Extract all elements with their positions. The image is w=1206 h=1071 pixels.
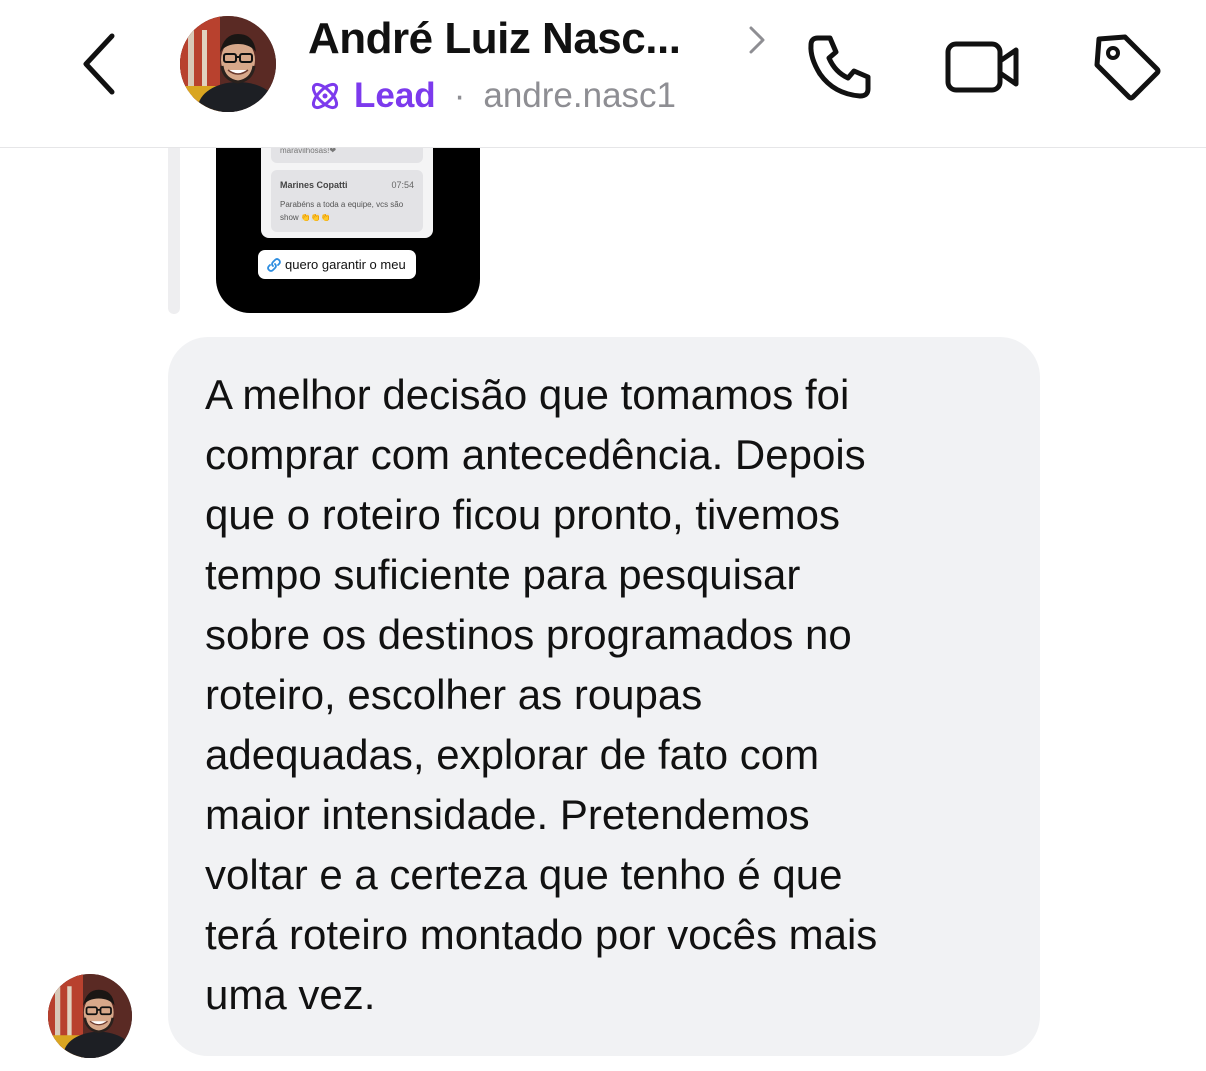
call-button[interactable] (800, 26, 880, 106)
phone-icon (808, 35, 871, 99)
contact-avatar[interactable] (180, 16, 276, 112)
back-button[interactable] (70, 28, 126, 100)
story-comment-author: Marines Copatti (280, 180, 348, 190)
chevron-right-icon[interactable] (744, 22, 770, 58)
story-link-label: quero garantir o meu (285, 257, 406, 272)
label-button[interactable] (1086, 26, 1166, 106)
chat-screen: André Luiz Nasc... Lead · andre.nasc1 ma… (0, 0, 1206, 1071)
sender-avatar[interactable] (48, 974, 132, 1058)
story-comment-text: Parabéns a toda a equipe, vcs são show 👏… (280, 200, 404, 222)
separator-dot: · (453, 76, 466, 115)
person-photo (180, 16, 276, 112)
chevron-left-icon (83, 33, 115, 95)
contact-name[interactable]: André Luiz Nasc... (308, 14, 681, 64)
video-call-button[interactable] (942, 26, 1022, 106)
message-text: A melhor decisão que tomamos foi comprar… (205, 371, 878, 1018)
story-link-sticker[interactable]: quero garantir o meu (258, 250, 416, 279)
atom-icon (311, 82, 339, 110)
video-camera-icon (945, 41, 1019, 93)
contact-subline: Lead · andre.nasc1 (308, 72, 676, 120)
contact-username: andre.nasc1 (483, 76, 676, 115)
reply-thread-line (168, 147, 180, 314)
tag-icon (1094, 34, 1161, 101)
person-photo (48, 974, 132, 1058)
chat-header: André Luiz Nasc... Lead · andre.nasc1 (0, 0, 1206, 148)
lead-badge: Lead (354, 76, 436, 115)
story-comment-time: 07:54 (391, 180, 414, 190)
link-icon (267, 257, 281, 272)
message-bubble[interactable]: A melhor decisão que tomamos foi comprar… (168, 337, 1040, 1056)
story-comment-bubble: Marines Copatti 07:54 Parabéns a toda a … (271, 170, 423, 232)
